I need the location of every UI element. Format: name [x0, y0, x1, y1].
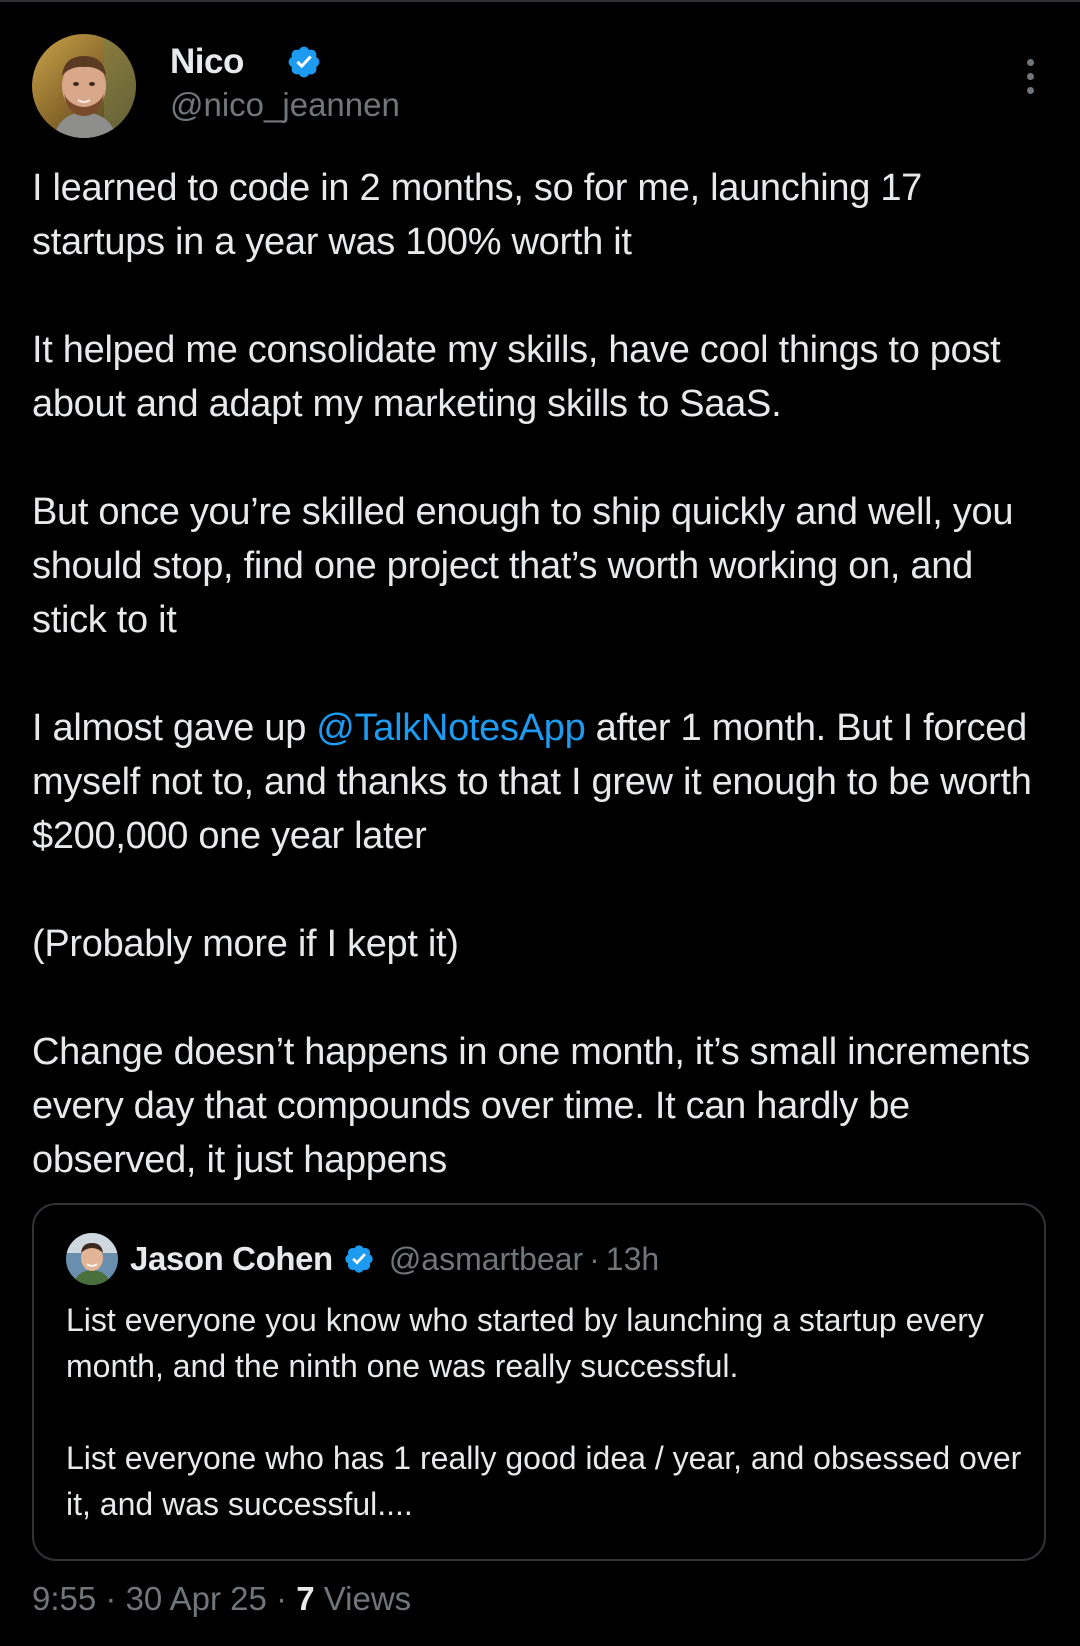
more-dot — [1026, 72, 1034, 80]
quote-author-avatar[interactable] — [66, 1233, 118, 1285]
separator-dot: · — [276, 1580, 288, 1617]
separator-dot: · — [105, 1580, 117, 1617]
tweet-text-span: I almost gave up — [32, 707, 317, 749]
quote-text: List everyone you know who started by la… — [66, 1297, 1026, 1527]
author-avatar[interactable] — [32, 34, 136, 138]
mention-link[interactable]: @TalkNotesApp — [316, 707, 585, 749]
top-divider — [0, 0, 1080, 2]
tweet-meta: 9:55 · 30 Apr 25 · 7 Views — [32, 1580, 411, 1618]
more-dot — [1026, 86, 1034, 94]
quote-paragraph: List everyone who has 1 really good idea… — [66, 1440, 1022, 1522]
tweet-date[interactable]: 30 Apr 25 — [126, 1580, 267, 1617]
author-avatar-image — [32, 34, 136, 138]
tweet-text: I learned to code in 2 months, so for me… — [32, 161, 1052, 1187]
quote-author-handle[interactable]: @asmartbear — [389, 1241, 583, 1278]
more-dot — [1026, 58, 1034, 66]
quote-header: Jason Cohen @asmartbear · 13h — [130, 1237, 659, 1281]
verified-badge-icon — [345, 1245, 373, 1273]
quoted-tweet-card[interactable]: Jason Cohen @asmartbear · 13h List every… — [32, 1203, 1046, 1561]
tweet-time[interactable]: 9:55 — [32, 1580, 96, 1617]
author-name[interactable]: Nico — [170, 42, 244, 82]
tweet-paragraph: I learned to code in 2 months, so for me… — [32, 167, 923, 263]
separator-dot: · — [589, 1240, 600, 1277]
tweet-paragraph: Change doesn’t happens in one month, it’… — [32, 1031, 1030, 1181]
more-options-icon[interactable] — [1012, 52, 1048, 100]
tweet-paragraph: It helped me consolidate my skills, have… — [32, 329, 1001, 425]
tweet-paragraph: But once you’re skilled enough to ship q… — [32, 491, 1014, 641]
views-count: 7 — [296, 1580, 315, 1617]
author-handle[interactable]: @nico_jeannen — [170, 86, 400, 124]
views-label: Views — [323, 1580, 412, 1617]
verified-badge-icon — [288, 46, 320, 78]
quote-paragraph: List everyone you know who started by la… — [66, 1302, 984, 1384]
tweet-paragraph-with-mention: I almost gave up @TalkNotesApp after 1 m… — [32, 701, 1052, 863]
quote-author-avatar-image — [66, 1233, 118, 1285]
tweet-paragraph: (Probably more if I kept it) — [32, 923, 459, 965]
tweet-header: Nico @nico_jeannen — [32, 34, 1048, 138]
quote-timestamp[interactable]: 13h — [606, 1241, 659, 1278]
quote-author-name[interactable]: Jason Cohen — [130, 1240, 333, 1278]
